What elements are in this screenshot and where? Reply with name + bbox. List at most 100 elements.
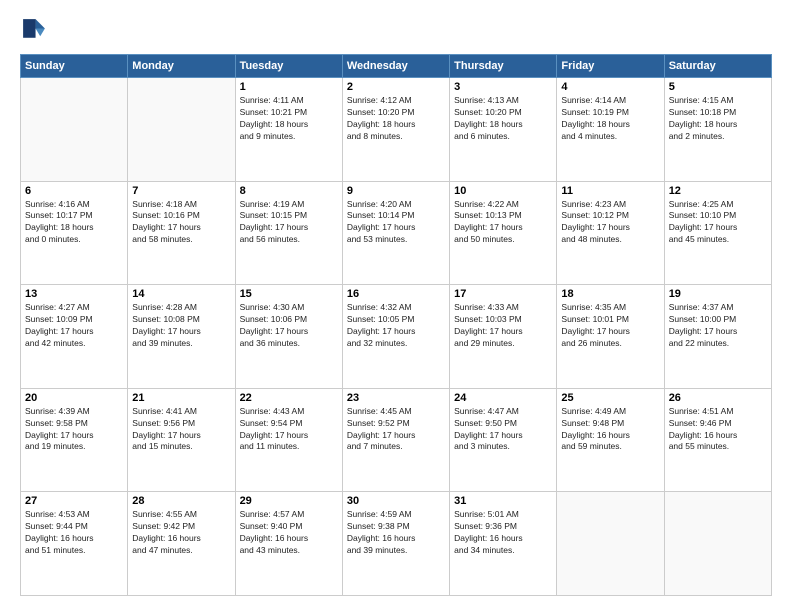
day-number: 5 — [669, 81, 767, 93]
calendar-cell — [664, 492, 771, 596]
day-info: Sunrise: 4:16 AM Sunset: 10:17 PM Daylig… — [25, 199, 123, 247]
day-number: 7 — [132, 185, 230, 197]
day-info: Sunrise: 4:12 AM Sunset: 10:20 PM Daylig… — [347, 95, 445, 143]
calendar-cell: 27Sunrise: 4:53 AM Sunset: 9:44 PM Dayli… — [21, 492, 128, 596]
weekday-header-wednesday: Wednesday — [342, 55, 449, 78]
day-info: Sunrise: 4:32 AM Sunset: 10:05 PM Daylig… — [347, 302, 445, 350]
calendar-cell: 23 Sunrise: 4:45 AM Sunset: 9:52 PM Dayli… — [342, 388, 449, 492]
calendar-cell: 15 Sunrise: 4:30 AM Sunset: 10:06 PM Dayl… — [235, 285, 342, 389]
calendar-cell: 12 Sunrise: 4:25 AM Sunset: 10:10 PM Dayl… — [664, 181, 771, 285]
day-info: Sunrise: 4:51 AM Sunset: 9:46 PM Dayligh… — [669, 406, 767, 454]
calendar-cell: 9 Sunrise: 4:20 AM Sunset: 10:14 PM Dayli… — [342, 181, 449, 285]
calendar-cell: 11Sunrise: 4:23 AM Sunset: 10:12 PM Dayl… — [557, 181, 664, 285]
logo-icon — [20, 16, 48, 44]
day-info: Sunrise: 4:55 AM Sunset: 9:42 PM Dayligh… — [132, 509, 230, 557]
calendar-cell: 30Sunrise: 4:59 AM Sunset: 9:38 PM Dayli… — [342, 492, 449, 596]
calendar-cell: 19 Sunrise: 4:37 AM Sunset: 10:00 PM Dayl… — [664, 285, 771, 389]
logo — [20, 16, 52, 44]
day-info: Sunrise: 4:43 AM Sunset: 9:54 PM Dayligh… — [240, 406, 338, 454]
day-info: Sunrise: 4:53 AM Sunset: 9:44 PM Dayligh… — [25, 509, 123, 557]
day-info: Sunrise: 4:13 AM Sunset: 10:20 PM Daylig… — [454, 95, 552, 143]
day-number: 12 — [669, 185, 767, 197]
calendar-cell: 24 Sunrise: 4:47 AM Sunset: 9:50 PM Dayli… — [450, 388, 557, 492]
calendar-cell: 13 Sunrise: 4:27 AM Sunset: 10:09 PM Dayl… — [21, 285, 128, 389]
day-number: 28 — [132, 495, 230, 507]
day-number: 22 — [240, 392, 338, 404]
calendar-cell: 3 Sunrise: 4:13 AM Sunset: 10:20 PM Dayli… — [450, 78, 557, 182]
calendar-cell — [21, 78, 128, 182]
day-info: Sunrise: 4:14 AM Sunset: 10:19 PM Daylig… — [561, 95, 659, 143]
week-row-2: 13 Sunrise: 4:27 AM Sunset: 10:09 PM Dayl… — [21, 285, 772, 389]
day-number: 4 — [561, 81, 659, 93]
day-info: Sunrise: 4:39 AM Sunset: 9:58 PM Dayligh… — [25, 406, 123, 454]
week-row-3: 20 Sunrise: 4:39 AM Sunset: 9:58 PM Dayli… — [21, 388, 772, 492]
week-row-0: 1Sunrise: 4:11 AM Sunset: 10:21 PM Dayli… — [21, 78, 772, 182]
calendar-cell: 2 Sunrise: 4:12 AM Sunset: 10:20 PM Dayli… — [342, 78, 449, 182]
day-info: Sunrise: 4:57 AM Sunset: 9:40 PM Dayligh… — [240, 509, 338, 557]
day-info: Sunrise: 4:27 AM Sunset: 10:09 PM Daylig… — [25, 302, 123, 350]
day-info: Sunrise: 4:33 AM Sunset: 10:03 PM Daylig… — [454, 302, 552, 350]
day-info: Sunrise: 5:01 AM Sunset: 9:36 PM Dayligh… — [454, 509, 552, 557]
day-number: 20 — [25, 392, 123, 404]
day-number: 10 — [454, 185, 552, 197]
day-number: 3 — [454, 81, 552, 93]
day-number: 31 — [454, 495, 552, 507]
calendar-cell: 1Sunrise: 4:11 AM Sunset: 10:21 PM Dayli… — [235, 78, 342, 182]
calendar-cell: 29 Sunrise: 4:57 AM Sunset: 9:40 PM Dayli… — [235, 492, 342, 596]
day-number: 19 — [669, 288, 767, 300]
day-number: 26 — [669, 392, 767, 404]
day-number: 29 — [240, 495, 338, 507]
day-number: 2 — [347, 81, 445, 93]
calendar-cell: 21 Sunrise: 4:41 AM Sunset: 9:56 PM Dayli… — [128, 388, 235, 492]
weekday-header-row: SundayMondayTuesdayWednesdayThursdayFrid… — [21, 55, 772, 78]
calendar-cell: 22 Sunrise: 4:43 AM Sunset: 9:54 PM Dayli… — [235, 388, 342, 492]
day-number: 18 — [561, 288, 659, 300]
weekday-header-sunday: Sunday — [21, 55, 128, 78]
weekday-header-thursday: Thursday — [450, 55, 557, 78]
day-number: 14 — [132, 288, 230, 300]
weekday-header-saturday: Saturday — [664, 55, 771, 78]
day-info: Sunrise: 4:41 AM Sunset: 9:56 PM Dayligh… — [132, 406, 230, 454]
calendar-table: SundayMondayTuesdayWednesdayThursdayFrid… — [20, 54, 772, 596]
day-info: Sunrise: 4:45 AM Sunset: 9:52 PM Dayligh… — [347, 406, 445, 454]
day-info: Sunrise: 4:22 AM Sunset: 10:13 PM Daylig… — [454, 199, 552, 247]
day-number: 9 — [347, 185, 445, 197]
day-number: 25 — [561, 392, 659, 404]
day-number: 21 — [132, 392, 230, 404]
day-number: 24 — [454, 392, 552, 404]
day-info: Sunrise: 4:15 AM Sunset: 10:18 PM Daylig… — [669, 95, 767, 143]
calendar-cell: 14 Sunrise: 4:28 AM Sunset: 10:08 PM Dayl… — [128, 285, 235, 389]
day-number: 15 — [240, 288, 338, 300]
day-info: Sunrise: 4:23 AM Sunset: 10:12 PM Daylig… — [561, 199, 659, 247]
calendar-cell: 25 Sunrise: 4:49 AM Sunset: 9:48 PM Dayli… — [557, 388, 664, 492]
day-info: Sunrise: 4:30 AM Sunset: 10:06 PM Daylig… — [240, 302, 338, 350]
day-info: Sunrise: 4:49 AM Sunset: 9:48 PM Dayligh… — [561, 406, 659, 454]
day-number: 17 — [454, 288, 552, 300]
calendar-cell: 17 Sunrise: 4:33 AM Sunset: 10:03 PM Dayl… — [450, 285, 557, 389]
day-number: 13 — [25, 288, 123, 300]
calendar-cell: 16 Sunrise: 4:32 AM Sunset: 10:05 PM Dayl… — [342, 285, 449, 389]
day-info: Sunrise: 4:20 AM Sunset: 10:14 PM Daylig… — [347, 199, 445, 247]
week-row-4: 27Sunrise: 4:53 AM Sunset: 9:44 PM Dayli… — [21, 492, 772, 596]
header — [20, 16, 772, 44]
weekday-header-tuesday: Tuesday — [235, 55, 342, 78]
day-info: Sunrise: 4:25 AM Sunset: 10:10 PM Daylig… — [669, 199, 767, 247]
day-info: Sunrise: 4:18 AM Sunset: 10:16 PM Daylig… — [132, 199, 230, 247]
day-info: Sunrise: 4:47 AM Sunset: 9:50 PM Dayligh… — [454, 406, 552, 454]
calendar-cell: 31 Sunrise: 5:01 AM Sunset: 9:36 PM Dayli… — [450, 492, 557, 596]
calendar-cell: 8 Sunrise: 4:19 AM Sunset: 10:15 PM Dayli… — [235, 181, 342, 285]
day-number: 23 — [347, 392, 445, 404]
day-info: Sunrise: 4:19 AM Sunset: 10:15 PM Daylig… — [240, 199, 338, 247]
weekday-header-monday: Monday — [128, 55, 235, 78]
day-number: 8 — [240, 185, 338, 197]
day-info: Sunrise: 4:28 AM Sunset: 10:08 PM Daylig… — [132, 302, 230, 350]
day-info: Sunrise: 4:37 AM Sunset: 10:00 PM Daylig… — [669, 302, 767, 350]
day-info: Sunrise: 4:11 AM Sunset: 10:21 PM Daylig… — [240, 95, 338, 143]
calendar-cell: 5 Sunrise: 4:15 AM Sunset: 10:18 PM Dayli… — [664, 78, 771, 182]
calendar-cell: 26 Sunrise: 4:51 AM Sunset: 9:46 PM Dayli… — [664, 388, 771, 492]
calendar-cell: 20 Sunrise: 4:39 AM Sunset: 9:58 PM Dayli… — [21, 388, 128, 492]
day-number: 16 — [347, 288, 445, 300]
calendar-cell: 7 Sunrise: 4:18 AM Sunset: 10:16 PM Dayli… — [128, 181, 235, 285]
day-number: 6 — [25, 185, 123, 197]
page: SundayMondayTuesdayWednesdayThursdayFrid… — [0, 0, 792, 612]
